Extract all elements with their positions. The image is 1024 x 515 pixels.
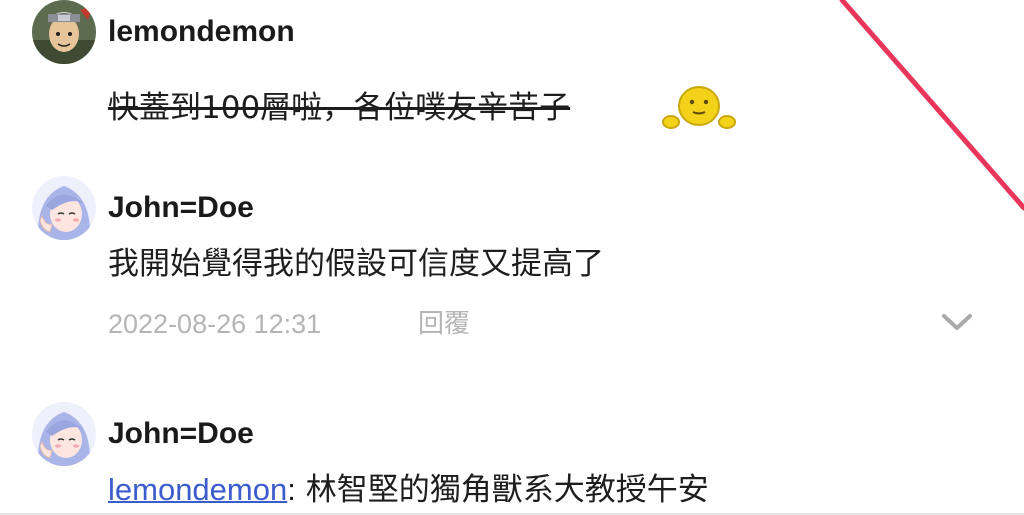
- comment-text-line: lemondemon: 林智堅的獨角獸系大教授午安: [108, 470, 709, 510]
- mention-separator: :: [287, 472, 296, 507]
- mention-link[interactable]: lemondemon: [108, 472, 287, 507]
- comment-text: 林智堅的獨角獸系大教授午安: [295, 472, 709, 508]
- comment-3: John=Doe lemondemon: 林智堅的獨角獸系大教授午安: [0, 0, 1024, 515]
- comment-username[interactable]: John=Doe: [108, 416, 254, 452]
- avatar[interactable]: [32, 402, 96, 466]
